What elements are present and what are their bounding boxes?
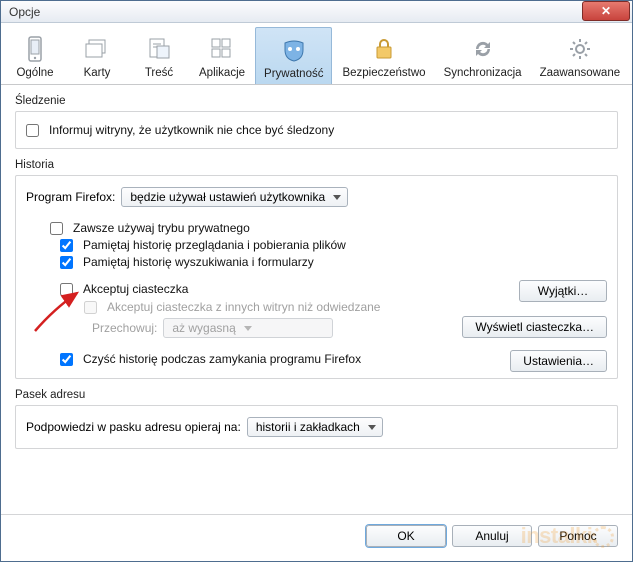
tab-sync[interactable]: Synchronizacja <box>436 27 530 84</box>
document-icon <box>137 33 181 65</box>
history-mode-select[interactable]: będzie używał ustawień użytkownika <box>121 187 348 207</box>
clear-settings-button[interactable]: Ustawienia… <box>510 350 607 372</box>
tab-label: Ogólne <box>13 67 57 79</box>
tracking-section: Informuj witryny, że użytkownik nie chce… <box>15 111 618 149</box>
grid-icon <box>199 33 245 65</box>
third-party-cookies-checkbox <box>84 301 97 314</box>
gear-icon <box>540 33 621 65</box>
accept-cookies-label[interactable]: Akceptuj ciasteczka <box>83 282 188 296</box>
help-button[interactable]: Pomoc <box>538 525 618 547</box>
accept-cookies-checkbox[interactable] <box>60 283 73 296</box>
keep-until-select: aż wygasną <box>163 318 333 338</box>
tab-label: Treść <box>137 67 181 79</box>
remember-browse-checkbox[interactable] <box>60 239 73 252</box>
ok-button[interactable]: OK <box>366 525 446 547</box>
clear-on-close-label[interactable]: Czyść historię podczas zamykania program… <box>83 352 361 366</box>
exceptions-button[interactable]: Wyjątki… <box>519 280 607 302</box>
dnt-checkbox[interactable] <box>26 124 39 137</box>
tab-general[interactable]: Ogólne <box>5 27 65 84</box>
cancel-button[interactable]: Anuluj <box>452 525 532 547</box>
tab-security[interactable]: Bezpieczeństwo <box>334 27 433 84</box>
chevron-down-icon <box>368 425 376 430</box>
tab-content[interactable]: Treść <box>129 27 189 84</box>
tab-label: Synchronizacja <box>444 67 522 79</box>
dialog-footer: OK Anuluj Pomoc <box>1 514 632 561</box>
tab-label: Prywatność <box>264 68 323 80</box>
window-title: Opcje <box>9 5 40 19</box>
keep-until-label: Przechowuj: <box>92 321 157 335</box>
select-value: aż wygasną <box>172 321 235 335</box>
suggest-label: Podpowiedzi w pasku adresu opieraj na: <box>26 420 241 434</box>
tab-label: Karty <box>75 67 119 79</box>
windows-icon <box>75 33 119 65</box>
dnt-label[interactable]: Informuj witryny, że użytkownik nie chce… <box>49 123 334 137</box>
locationbar-section-label: Pasek adresu <box>15 389 618 401</box>
tab-advanced[interactable]: Zaawansowane <box>532 27 629 84</box>
always-private-label[interactable]: Zawsze używaj trybu prywatnego <box>73 221 250 235</box>
history-section-label: Historia <box>15 159 618 171</box>
third-party-cookies-label: Akceptuj ciasteczka z innych witryn niż … <box>107 300 380 314</box>
chevron-down-icon <box>333 195 341 200</box>
close-icon: ✕ <box>601 4 611 18</box>
tab-label: Aplikacje <box>199 67 245 79</box>
suggest-select[interactable]: historii i zakładkach <box>247 417 383 437</box>
remember-browse-label[interactable]: Pamiętaj historię przeglądania i pobiera… <box>83 238 346 252</box>
tab-label: Bezpieczeństwo <box>342 67 425 79</box>
locationbar-section: Podpowiedzi w pasku adresu opieraj na: h… <box>15 405 618 449</box>
mask-icon <box>264 34 323 66</box>
category-tabs: Ogólne Karty Treść Aplikacje Prywatność … <box>1 23 632 85</box>
tab-applications[interactable]: Aplikacje <box>191 27 253 84</box>
tab-label: Zaawansowane <box>540 67 621 79</box>
history-section: Program Firefox: będzie używał ustawień … <box>15 175 618 379</box>
tab-privacy[interactable]: Prywatność <box>255 27 332 84</box>
history-mode-label: Program Firefox: <box>26 190 115 204</box>
remember-search-label[interactable]: Pamiętaj historię wyszukiwania i formula… <box>83 255 314 269</box>
clear-on-close-checkbox[interactable] <box>60 353 73 366</box>
window-close-button[interactable]: ✕ <box>582 1 630 21</box>
lock-icon <box>342 33 425 65</box>
remember-search-checkbox[interactable] <box>60 256 73 269</box>
always-private-checkbox[interactable] <box>50 222 63 235</box>
chevron-down-icon <box>244 326 252 331</box>
tab-tabs[interactable]: Karty <box>67 27 127 84</box>
select-value: będzie używał ustawień użytkownika <box>130 190 325 204</box>
select-value: historii i zakładkach <box>256 420 360 434</box>
phone-icon <box>13 33 57 65</box>
sync-icon <box>444 33 522 65</box>
show-cookies-button[interactable]: Wyświetl ciasteczka… <box>462 316 607 338</box>
tracking-section-label: Śledzenie <box>15 95 618 107</box>
